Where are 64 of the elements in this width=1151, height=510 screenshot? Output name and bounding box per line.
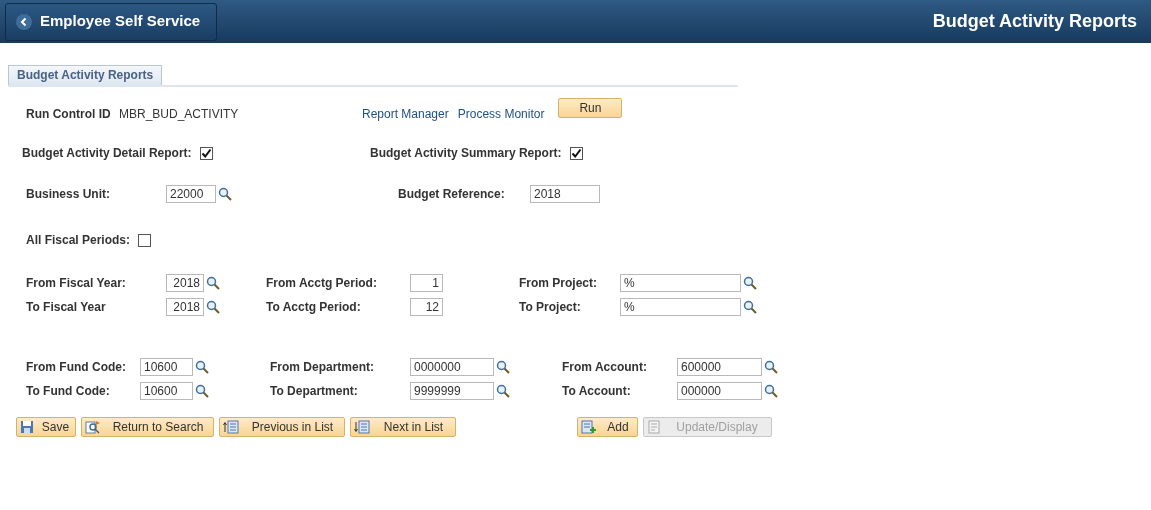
field-label: Budget Activity Detail Report: bbox=[22, 145, 192, 162]
search-icon[interactable] bbox=[218, 187, 232, 201]
search-icon[interactable] bbox=[764, 384, 778, 398]
field-label: From Project: bbox=[519, 275, 598, 292]
field-label: All Fiscal Periods: bbox=[26, 232, 131, 249]
field-label: From Account: bbox=[562, 359, 648, 376]
field-label: To Project: bbox=[519, 299, 582, 316]
search-icon[interactable] bbox=[743, 300, 757, 314]
toolbar-button[interactable]: Return to Search bbox=[81, 417, 214, 437]
toolbar-button[interactable]: Save bbox=[16, 417, 76, 437]
search-icon[interactable] bbox=[206, 276, 220, 290]
field-label: To Department: bbox=[270, 383, 359, 400]
input-field[interactable]: 10600 bbox=[140, 382, 193, 400]
search-icon[interactable] bbox=[195, 384, 209, 398]
input-field[interactable]: 1 bbox=[410, 274, 443, 292]
input-field[interactable]: 0000000 bbox=[410, 358, 494, 376]
input-field[interactable]: 12 bbox=[410, 298, 443, 316]
input-field[interactable]: 9999999 bbox=[410, 382, 494, 400]
field-label: From Department: bbox=[270, 359, 375, 376]
field-label: Business Unit: bbox=[26, 186, 111, 203]
tab[interactable]: Budget Activity Reports bbox=[8, 65, 163, 85]
search-icon[interactable] bbox=[195, 360, 209, 374]
run-button[interactable]: Run bbox=[558, 98, 623, 118]
input-field[interactable]: 2018 bbox=[530, 185, 600, 203]
document-icon bbox=[647, 420, 661, 434]
checkbox[interactable] bbox=[138, 233, 152, 247]
field-label: Budget Reference: bbox=[398, 186, 506, 203]
search-icon[interactable] bbox=[496, 384, 510, 398]
checkbox[interactable] bbox=[569, 146, 583, 160]
link[interactable]: Report Manager bbox=[362, 105, 449, 123]
toolbar-button[interactable]: Previous in List bbox=[219, 417, 345, 437]
input-field[interactable]: 22000 bbox=[166, 185, 216, 203]
input-field[interactable]: 2018 bbox=[166, 274, 204, 292]
input-field[interactable]: 000000 bbox=[677, 382, 762, 400]
search-icon[interactable] bbox=[206, 300, 220, 314]
toolbar-button[interactable]: Next in List bbox=[350, 417, 456, 437]
field-label: To Fiscal Year bbox=[26, 299, 107, 316]
checkbox[interactable] bbox=[199, 146, 213, 160]
field-label: From Acctg Period: bbox=[266, 275, 378, 292]
input-field[interactable]: 2018 bbox=[166, 298, 204, 316]
document-plus-icon bbox=[581, 420, 597, 434]
field-label: From Fiscal Year: bbox=[26, 275, 127, 292]
search-icon[interactable] bbox=[743, 276, 757, 290]
field-label: To Fund Code: bbox=[26, 383, 111, 400]
field-label: To Account: bbox=[562, 383, 632, 400]
magnifier-arrow-icon bbox=[85, 420, 101, 434]
search-icon[interactable] bbox=[496, 360, 510, 374]
back-icon bbox=[16, 13, 32, 30]
input-field[interactable]: % bbox=[620, 298, 741, 316]
page-title: Budget Activity Reports bbox=[932, 10, 1137, 33]
back-button[interactable]: Employee Self Service bbox=[5, 2, 217, 41]
input-field[interactable]: 600000 bbox=[677, 358, 762, 376]
search-icon[interactable] bbox=[764, 360, 778, 374]
field-label: From Fund Code: bbox=[26, 359, 127, 376]
input-field[interactable]: % bbox=[620, 274, 741, 292]
link[interactable]: Process Monitor bbox=[457, 105, 545, 123]
list-up-arrow-icon bbox=[223, 420, 239, 434]
field-value: MBR_BUD_ACTIVITY bbox=[119, 106, 240, 123]
list-down-arrow-icon bbox=[354, 420, 370, 434]
field-label: Run Control ID bbox=[26, 106, 112, 123]
input-field[interactable]: 10600 bbox=[140, 358, 193, 376]
toolbar-button[interactable]: Add bbox=[577, 417, 638, 437]
field-label: To Acctg Period: bbox=[266, 299, 362, 316]
field-label: Budget Activity Summary Report: bbox=[370, 145, 562, 162]
